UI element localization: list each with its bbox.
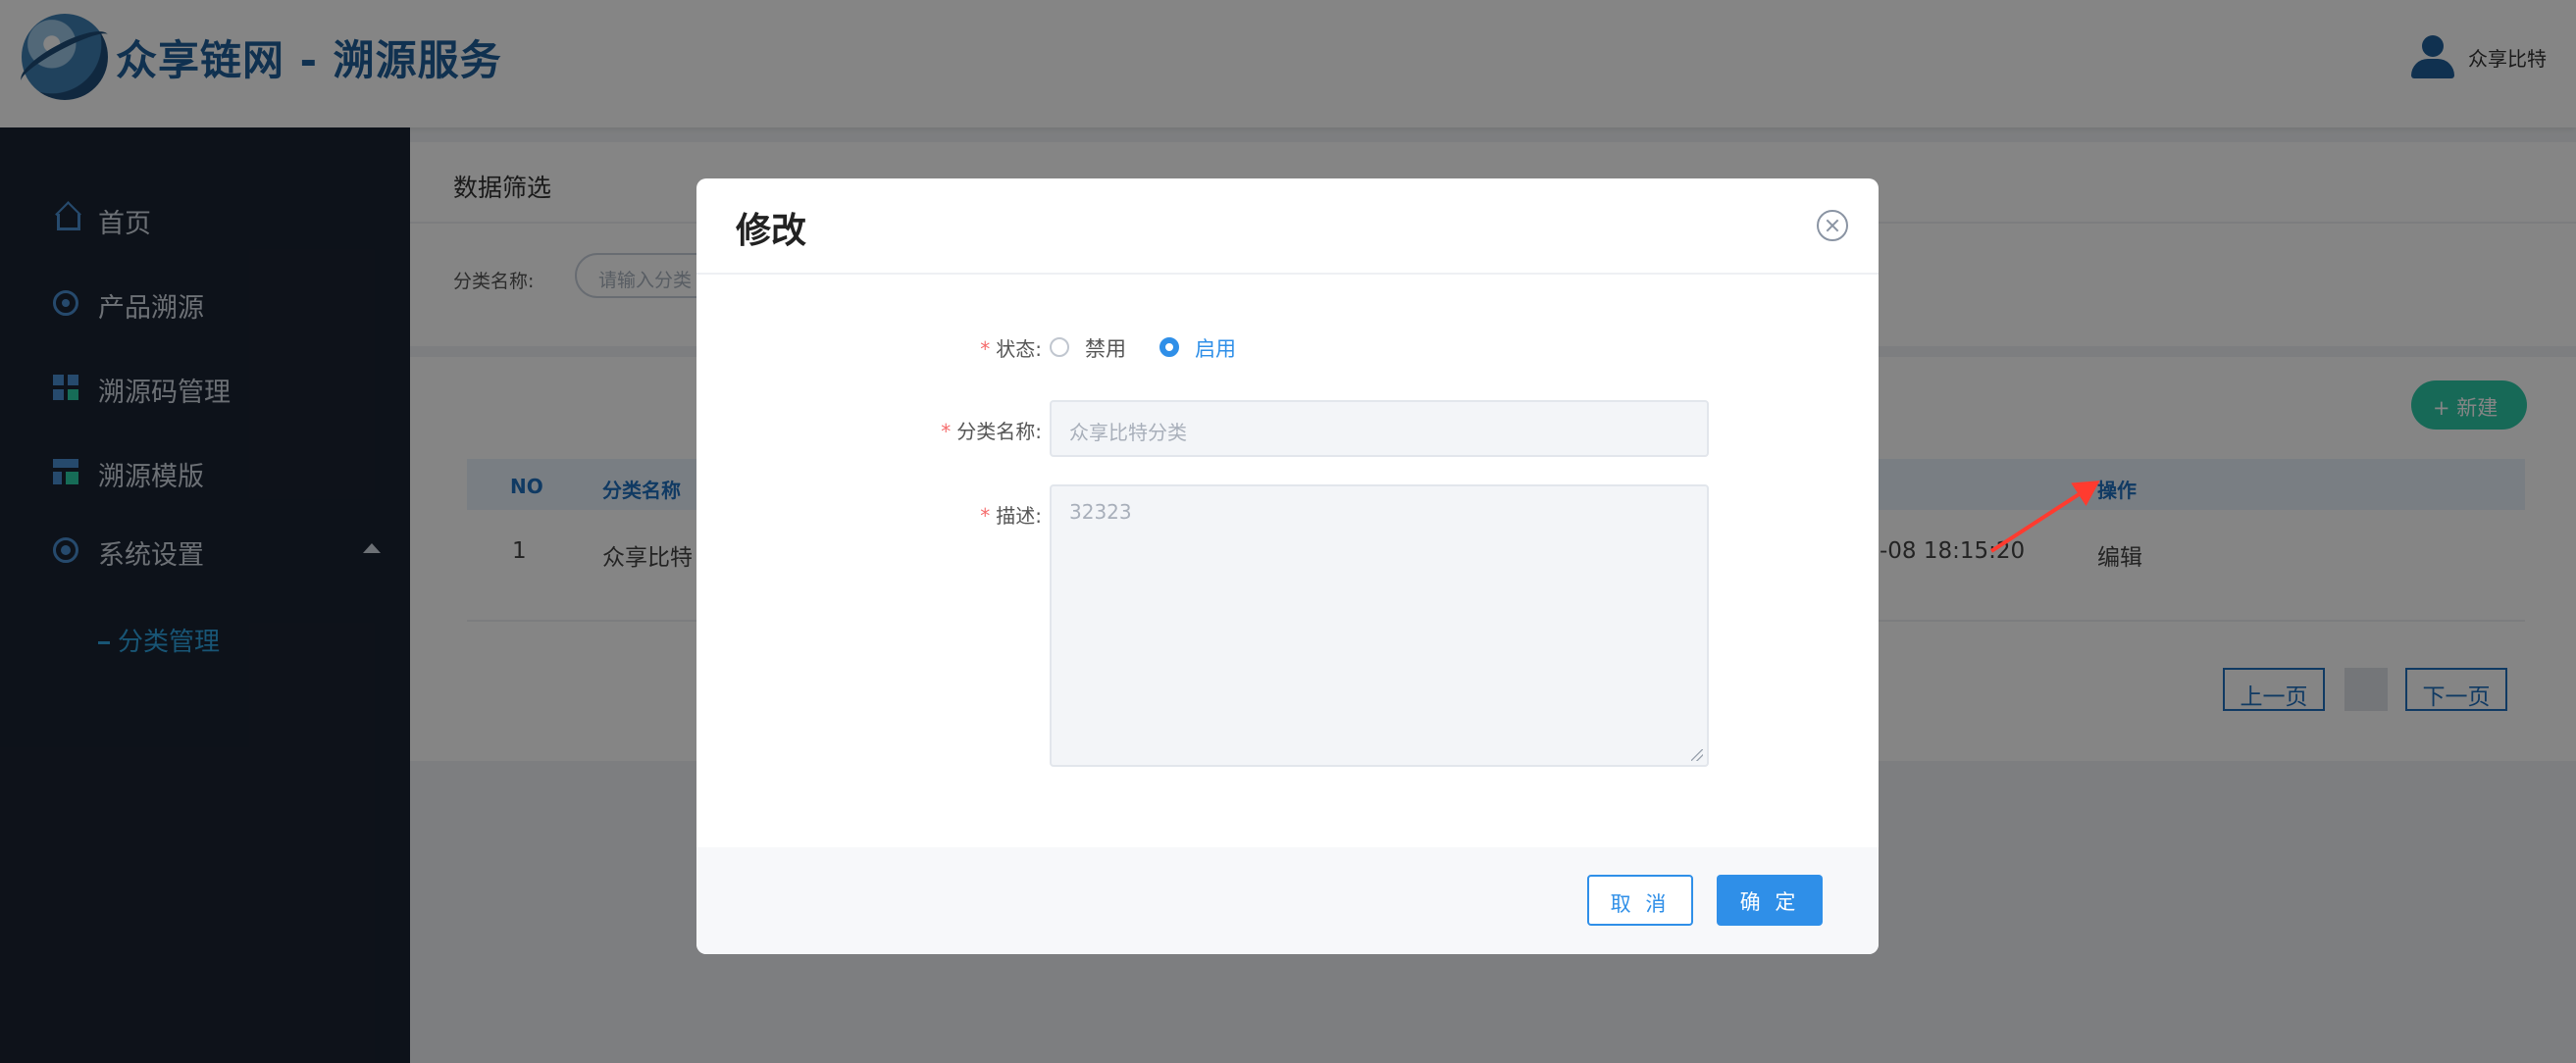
close-icon[interactable] [1817,210,1848,241]
status-option-enabled-label[interactable]: 启用 [1195,333,1236,363]
category-name-label: * 分类名称: [941,420,1042,443]
category-name-field[interactable]: 众享比特分类 [1050,400,1709,457]
confirm-button-label: 确 定 [1739,890,1800,914]
status-radio-enabled[interactable] [1159,337,1179,357]
description-label: * 描述: [980,504,1042,528]
confirm-button[interactable]: 确 定 [1717,875,1823,926]
cancel-button[interactable]: 取 消 [1587,875,1693,926]
cancel-button-label: 取 消 [1610,892,1671,916]
edit-dialog: 修改 * 状态: 禁用 启用 * 分类名称: 众享比特分类 * 描述: 32323 取… [696,178,1879,954]
dialog-footer [696,847,1879,954]
description-value: 32323 [1069,500,1132,524]
description-textarea[interactable]: 32323 [1050,484,1709,767]
status-option-disabled-label[interactable]: 禁用 [1085,333,1126,363]
resize-handle-icon[interactable] [1691,749,1703,761]
status-label: * 状态: [980,337,1042,361]
divider [696,273,1879,275]
status-radio-disabled[interactable] [1050,337,1069,357]
dialog-title: 修改 [736,211,807,251]
category-name-value: 众享比特分类 [1069,421,1187,444]
